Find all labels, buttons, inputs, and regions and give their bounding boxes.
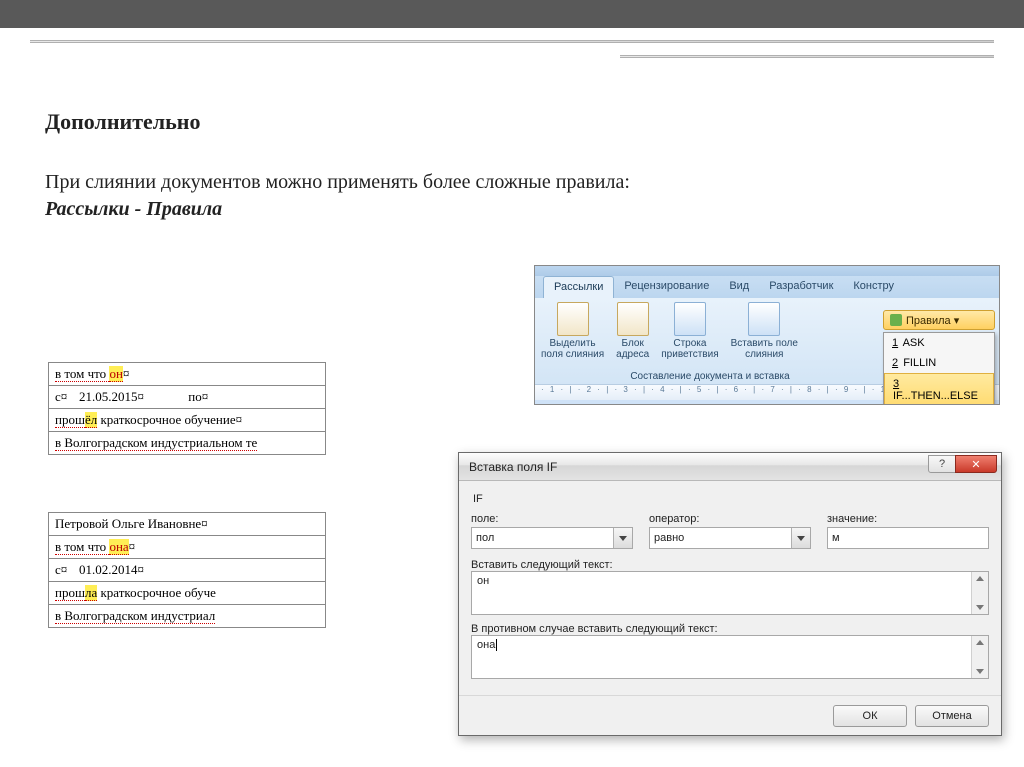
value-label: значение: <box>827 513 989 525</box>
then-label: Вставить следующий текст: <box>471 559 613 571</box>
menu-item-if-then-else[interactable]: 3 IF...THEN...ELSE <box>884 373 994 405</box>
field-combobox[interactable]: пол <box>471 527 633 549</box>
table-row: прошёл краткосрочное обучение¤ <box>49 409 325 432</box>
text-fragment: краткосрочное обуче <box>97 585 216 600</box>
date-value: 01.02.2014¤ <box>77 562 146 577</box>
else-label: В противном случае вставить следующий те… <box>471 623 718 635</box>
operator-label: оператор: <box>649 513 811 525</box>
dialog-title: Вставка поля IF <box>469 460 557 474</box>
ribbon-label: Вставить полеслияния <box>731 338 798 360</box>
word-ribbon: Рассылки Рецензирование Вид Разработчик … <box>534 265 1000 405</box>
value-input[interactable]: м <box>827 527 989 549</box>
text-fragment: прош <box>55 412 85 428</box>
then-text: он <box>477 575 489 587</box>
doc-preview-1: в том что он¤ с¤ 21.05.2015¤ по¤ прошёл … <box>48 362 326 455</box>
slide-paragraph: При слиянии документов можно применять б… <box>45 171 984 194</box>
slide-body: Дополнительно При слиянии документов мож… <box>0 64 1024 221</box>
ribbon-group-caption: Составление документа и вставка <box>541 371 879 382</box>
tab-design[interactable]: Констру <box>843 276 904 298</box>
field-value: пол <box>476 532 494 544</box>
slide-emphasis: Рассылки - Правила <box>45 198 984 221</box>
scrollbar[interactable] <box>971 636 988 678</box>
chevron-down-icon <box>797 536 805 541</box>
tab-review[interactable]: Рецензирование <box>614 276 719 298</box>
then-textarea[interactable]: он <box>471 571 989 615</box>
dialog-titlebar[interactable]: Вставка поля IF ? ✕ <box>459 453 1001 481</box>
table-row: прошла краткосрочное обуче <box>49 582 325 605</box>
text-fragment: с¤ <box>55 562 67 577</box>
tab-developer[interactable]: Разработчик <box>759 276 843 298</box>
table-row: в Волгоградском индустриальном те <box>49 432 325 454</box>
value-text: м <box>832 532 840 544</box>
scrollbar[interactable] <box>971 572 988 614</box>
text-fragment: прош <box>55 585 85 601</box>
document-icon <box>617 302 649 336</box>
text-fragment: краткосрочное обучение¤ <box>97 412 242 427</box>
menu-item-fillin[interactable]: 2 FILLIN <box>884 353 994 373</box>
doc-preview-2: Петровой Ольге Ивановне¤ в том что она¤ … <box>48 512 326 628</box>
date-value: 21.05.2015¤ <box>77 389 146 404</box>
rules-dropdown-button[interactable]: Правила ▾ <box>883 310 995 330</box>
ribbon-label: Выделитьполя слияния <box>541 338 604 360</box>
cancel-button[interactable]: Отмена <box>915 705 989 727</box>
operator-value: равно <box>654 532 684 544</box>
table-row: в том что он¤ <box>49 363 325 386</box>
else-textarea[interactable]: она <box>471 635 989 679</box>
highlighted-word: он <box>109 366 122 382</box>
text-fragment: с¤ <box>55 389 67 404</box>
table-row: в том что она¤ <box>49 536 325 559</box>
slide-title: Дополнительно <box>45 109 984 135</box>
ribbon-label: Блокадреса <box>616 338 649 360</box>
close-button[interactable]: ✕ <box>955 455 997 473</box>
decorative-divider <box>30 40 994 43</box>
field-label: поле: <box>471 513 633 525</box>
insert-if-dialog: Вставка поля IF ? ✕ IF поле: пол операто… <box>458 452 1002 736</box>
ribbon-tabs: Рассылки Рецензирование Вид Разработчик … <box>535 276 999 298</box>
help-icon: ? <box>939 458 945 470</box>
dialog-footer: ОК Отмена <box>459 695 1001 735</box>
ok-button[interactable]: ОК <box>833 705 907 727</box>
text-fragment: в том что <box>55 539 109 555</box>
recipient-name: Петровой Ольге Ивановне¤ <box>55 516 208 531</box>
text-fragment: в Волгоградском индустриал <box>55 608 215 624</box>
help-button[interactable]: ? <box>928 455 956 473</box>
table-row: в Волгоградском индустриал <box>49 605 325 627</box>
if-section-label: IF <box>473 493 989 505</box>
slide-top-bar <box>0 0 1024 28</box>
text-fragment: по¤ <box>188 389 208 404</box>
highlighted-word: она <box>109 539 128 555</box>
tab-mailings[interactable]: Рассылки <box>543 276 614 298</box>
ribbon-titlebar <box>535 266 999 276</box>
pilcrow: ¤ <box>129 539 136 554</box>
else-text: она <box>477 639 495 651</box>
rules-dropdown-menu: 1 ASK 2 FILLIN 3 IF...THEN...ELSE 4 MERG… <box>883 332 995 405</box>
table-row: с¤ 21.05.2015¤ по¤ <box>49 386 325 409</box>
operator-combobox[interactable]: равно <box>649 527 811 549</box>
table-row: с¤ 01.02.2014¤ <box>49 559 325 582</box>
highlighted-suffix: ла <box>85 585 97 601</box>
rules-button-label: Правила ▾ <box>906 314 959 327</box>
ribbon-body: Выделитьполя слияния Блокадреса Строкапр… <box>535 298 999 384</box>
table-row: Петровой Ольге Ивановне¤ <box>49 513 325 536</box>
document-icon <box>674 302 706 336</box>
highlighted-suffix: ёл <box>85 412 97 428</box>
chevron-down-icon <box>619 536 627 541</box>
close-icon: ✕ <box>971 458 980 471</box>
document-icon <box>557 302 589 336</box>
document-icon <box>748 302 780 336</box>
tab-view[interactable]: Вид <box>719 276 759 298</box>
text-cursor <box>496 639 497 651</box>
ribbon-label: Строкаприветствия <box>661 338 718 360</box>
menu-item-ask[interactable]: 1 ASK <box>884 333 994 353</box>
text-fragment: в том что <box>55 366 109 382</box>
decorative-divider-short <box>620 55 994 58</box>
text-fragment: в Волгоградском индустриальном те <box>55 435 257 451</box>
pilcrow: ¤ <box>123 366 130 381</box>
